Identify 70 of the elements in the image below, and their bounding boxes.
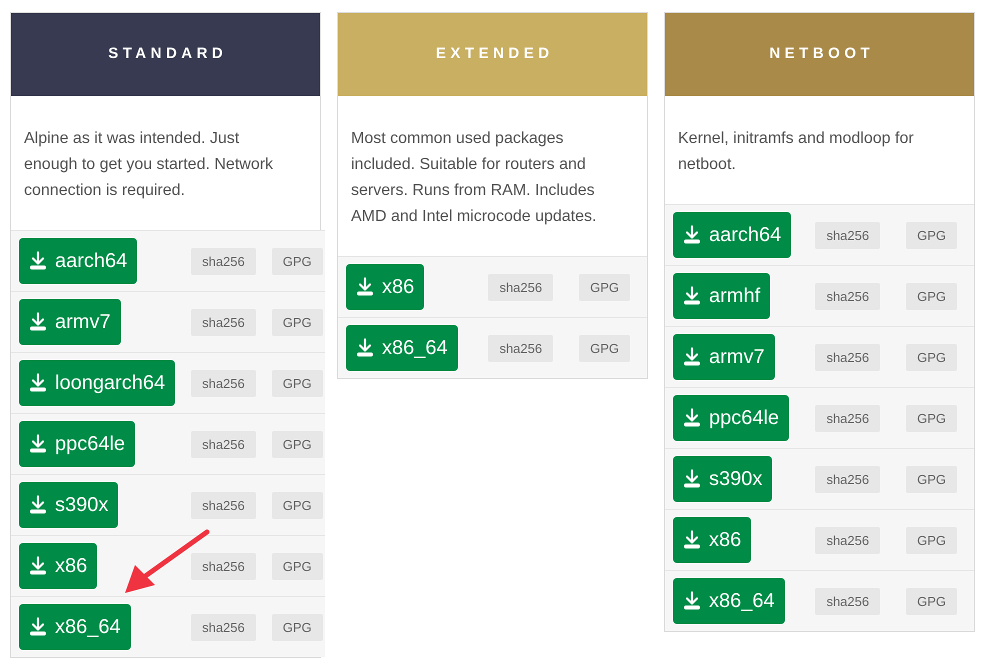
checksum-button[interactable]: sha256 <box>815 344 880 370</box>
download-icon <box>355 338 375 358</box>
download-icon <box>28 617 48 637</box>
download-button[interactable]: armhf <box>673 273 770 319</box>
download-icon <box>682 408 702 428</box>
download-button[interactable]: x86_64 <box>673 578 785 624</box>
checksum-button[interactable]: sha256 <box>488 274 554 300</box>
checksum-button[interactable]: sha256 <box>815 404 880 432</box>
download-icon <box>28 556 48 576</box>
signature-button[interactable]: GPG <box>906 282 957 310</box>
signature-button[interactable]: GPG <box>579 334 630 362</box>
signature-button[interactable]: GPG <box>906 222 957 248</box>
checksum-button[interactable]: sha256 <box>815 282 880 310</box>
download-icon <box>28 373 48 393</box>
download-button[interactable]: ppc64le <box>673 395 790 441</box>
checksum-button[interactable]: sha256 <box>191 248 256 274</box>
signature-button[interactable]: GPG <box>579 274 630 300</box>
signature-button[interactable]: GPG <box>272 552 323 580</box>
download-button[interactable]: x86 <box>673 517 752 563</box>
checksum-button[interactable]: sha256 <box>191 552 256 580</box>
checksum-button[interactable]: sha256 <box>815 526 880 554</box>
card-description: Most common used packages included. Suitable for routers and servers. Runs from RAM. Includes AMD and Intel microcode updates. <box>350 129 598 227</box>
download-button[interactable]: x86 <box>19 543 98 589</box>
download-icon <box>28 495 48 515</box>
signature-button[interactable]: GPG <box>906 526 957 554</box>
download-icon <box>28 312 48 332</box>
signature-button[interactable]: GPG <box>906 404 957 432</box>
checksum-button[interactable]: sha256 <box>815 222 880 248</box>
download-button[interactable]: ppc64le <box>19 421 136 467</box>
download-icon <box>28 434 48 454</box>
download-button[interactable]: s390x <box>673 456 772 502</box>
download-icon <box>682 530 702 550</box>
signature-button[interactable]: GPG <box>272 492 323 518</box>
signature-button[interactable]: GPG <box>272 248 323 274</box>
download-icon <box>682 286 702 306</box>
card-title: NETBOOT <box>768 44 874 64</box>
signature-button[interactable]: GPG <box>272 370 323 396</box>
card-description: Alpine as it was intended. Just enough to get you started. Network connection is required. <box>23 129 274 201</box>
download-icon <box>682 225 702 245</box>
checksum-button[interactable]: sha256 <box>191 430 256 458</box>
checksum-button[interactable]: sha256 <box>191 308 256 336</box>
download-button[interactable]: s390x <box>19 482 118 528</box>
download-icon <box>28 251 48 271</box>
signature-button[interactable]: GPG <box>906 466 957 492</box>
download-button[interactable]: aarch64 <box>19 238 138 284</box>
download-button[interactable]: x86_64 <box>19 604 131 650</box>
signature-button[interactable]: GPG <box>272 430 323 458</box>
checksum-button[interactable]: sha256 <box>191 614 256 640</box>
card-title: STANDARD <box>107 44 228 64</box>
download-button[interactable]: armv7 <box>19 299 121 345</box>
checksum-button[interactable]: sha256 <box>191 370 256 396</box>
signature-button[interactable]: GPG <box>906 588 957 614</box>
checksum-button[interactable]: sha256 <box>488 334 554 362</box>
card-description: Kernel, initramfs and modloop for netboot. <box>677 129 915 175</box>
signature-button[interactable]: GPG <box>272 308 323 336</box>
signature-button[interactable]: GPG <box>906 344 957 370</box>
download-button[interactable]: x86 <box>346 264 424 310</box>
checksum-button[interactable]: sha256 <box>815 588 880 614</box>
card-title: EXTENDED <box>434 44 554 64</box>
signature-button[interactable]: GPG <box>272 614 323 640</box>
download-icon <box>682 469 702 489</box>
download-button[interactable]: x86_64 <box>346 325 458 371</box>
download-icon <box>682 591 702 611</box>
checksum-button[interactable]: sha256 <box>191 492 256 518</box>
download-icon <box>355 277 375 297</box>
download-button[interactable]: loongarch64 <box>19 360 176 406</box>
download-button[interactable]: aarch64 <box>673 212 792 258</box>
download-button[interactable]: armv7 <box>673 334 775 380</box>
checksum-button[interactable]: sha256 <box>815 466 880 492</box>
download-icon <box>682 347 702 367</box>
